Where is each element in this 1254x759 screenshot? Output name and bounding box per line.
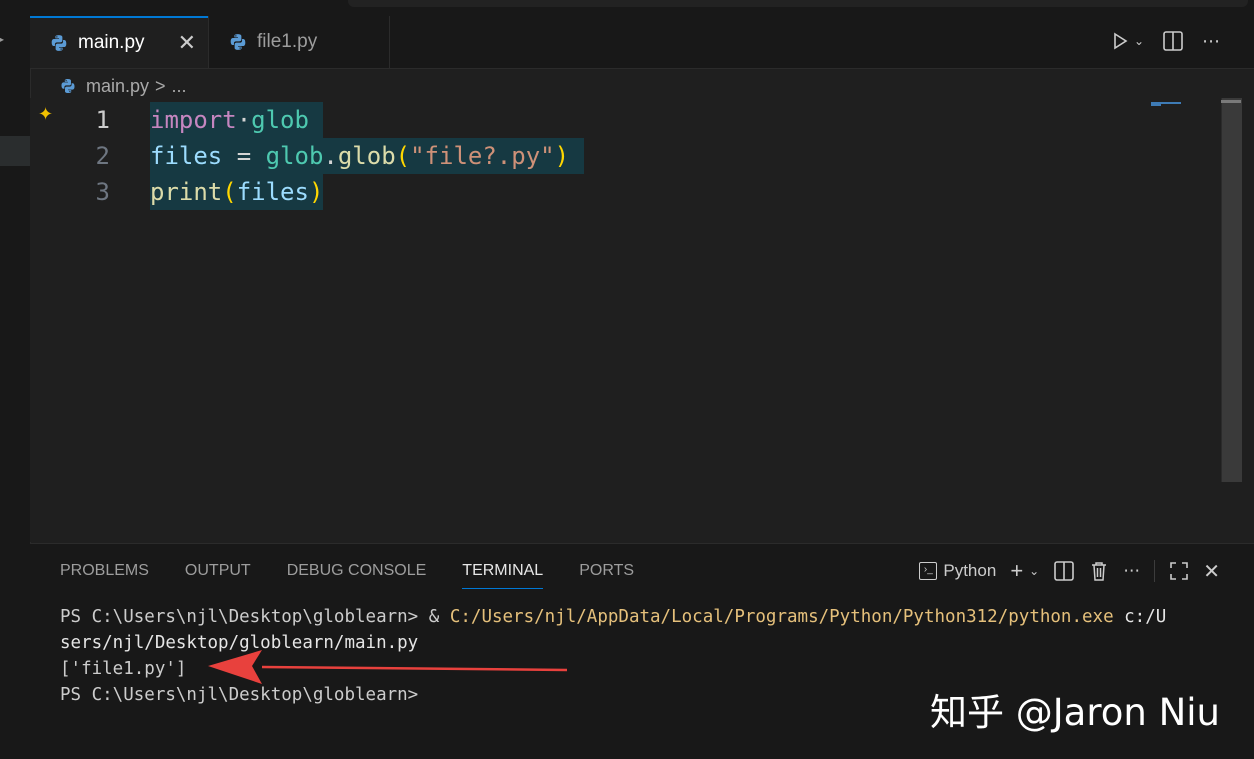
line-number: 2	[95, 142, 110, 170]
breadcrumb-separator: >	[155, 75, 166, 96]
title-bar	[30, 0, 1254, 16]
command-center[interactable]	[348, 0, 1248, 7]
code-line[interactable]: 3 print(files)	[30, 174, 1220, 210]
split-editor-icon[interactable]	[1162, 30, 1184, 52]
run-icon[interactable]	[1110, 31, 1130, 51]
terminal-line: PS C:\Users\njl\Desktop\globlearn> & C:/…	[60, 607, 1167, 627]
tab-file1-py[interactable]: file1.py	[208, 16, 390, 68]
vertical-scrollbar[interactable]	[1221, 98, 1242, 482]
tab-label: file1.py	[257, 31, 318, 52]
breadcrumb-symbol[interactable]: ...	[172, 76, 187, 97]
tab-label: main.py	[78, 32, 145, 53]
code-text: import·glob	[150, 102, 324, 138]
plus-icon[interactable]: +	[1010, 558, 1023, 584]
more-icon[interactable]: ⋯	[1123, 561, 1140, 581]
chevron-down-icon[interactable]: ⌄	[1134, 34, 1144, 48]
panel-actions: ›_ Python + ⌄ ⋯ ✕	[919, 558, 1220, 584]
code-text: files = glob.glob("file?.py")	[150, 138, 584, 174]
python-file-icon	[51, 35, 67, 51]
panel-tabs: PROBLEMS OUTPUT DEBUG CONSOLE TERMINAL P…	[60, 562, 634, 589]
code-line[interactable]: 2 files = glob.glob("file?.py")	[30, 138, 1220, 174]
code-editor[interactable]: ✦ 1 import·glob 2 files = glob.glob("fil…	[30, 98, 1222, 542]
editor-tab-bar: main.py ✕ file1.py ⌄ ⋯	[30, 16, 1254, 69]
scrollbar-cursor-marker	[1221, 100, 1241, 103]
chevron-down-icon[interactable]: ⌄	[1029, 564, 1039, 578]
activity-bar: ▸	[0, 0, 31, 759]
trash-icon[interactable]	[1089, 560, 1109, 582]
tab-problems[interactable]: PROBLEMS	[60, 562, 149, 588]
close-icon[interactable]: ✕	[1203, 559, 1220, 584]
terminal-profile-label: Python	[943, 561, 997, 580]
python-file-icon	[230, 34, 246, 50]
maximize-panel-icon[interactable]	[1169, 561, 1189, 581]
line-number: 3	[95, 178, 110, 206]
line-number: 1	[95, 106, 110, 134]
close-icon[interactable]: ✕	[178, 30, 196, 56]
terminal-profile-button[interactable]: ›_ Python	[919, 561, 996, 581]
tab-debug-console[interactable]: DEBUG CONSOLE	[287, 562, 427, 588]
activity-selected-item[interactable]	[0, 136, 30, 166]
tab-main-py[interactable]: main.py ✕	[30, 16, 208, 68]
tab-terminal[interactable]: TERMINAL	[462, 562, 544, 589]
terminal-line: sers/njl/Desktop/globlearn/main.py	[60, 633, 419, 653]
terminal-output-line: ['file1.py']	[60, 659, 187, 679]
editor-actions: ⌄ ⋯	[1110, 30, 1220, 52]
separator	[1154, 560, 1156, 582]
breadcrumb: main.py > ...	[60, 74, 187, 98]
minimap[interactable]	[1151, 102, 1221, 106]
breadcrumb-file[interactable]: main.py	[86, 76, 149, 97]
python-file-icon	[61, 79, 75, 93]
watermark: 知乎 @Jaron Niu	[930, 691, 1221, 734]
code-text: print(files)	[150, 174, 324, 210]
split-terminal-icon[interactable]	[1053, 560, 1075, 582]
more-icon[interactable]: ⋯	[1202, 31, 1220, 52]
tab-ports[interactable]: PORTS	[579, 562, 634, 588]
chevron-right-icon[interactable]: ▸	[0, 32, 4, 46]
tab-output[interactable]: OUTPUT	[185, 562, 251, 588]
terminal-icon: ›_	[919, 562, 938, 580]
code-line[interactable]: 1 import·glob	[30, 102, 1220, 138]
